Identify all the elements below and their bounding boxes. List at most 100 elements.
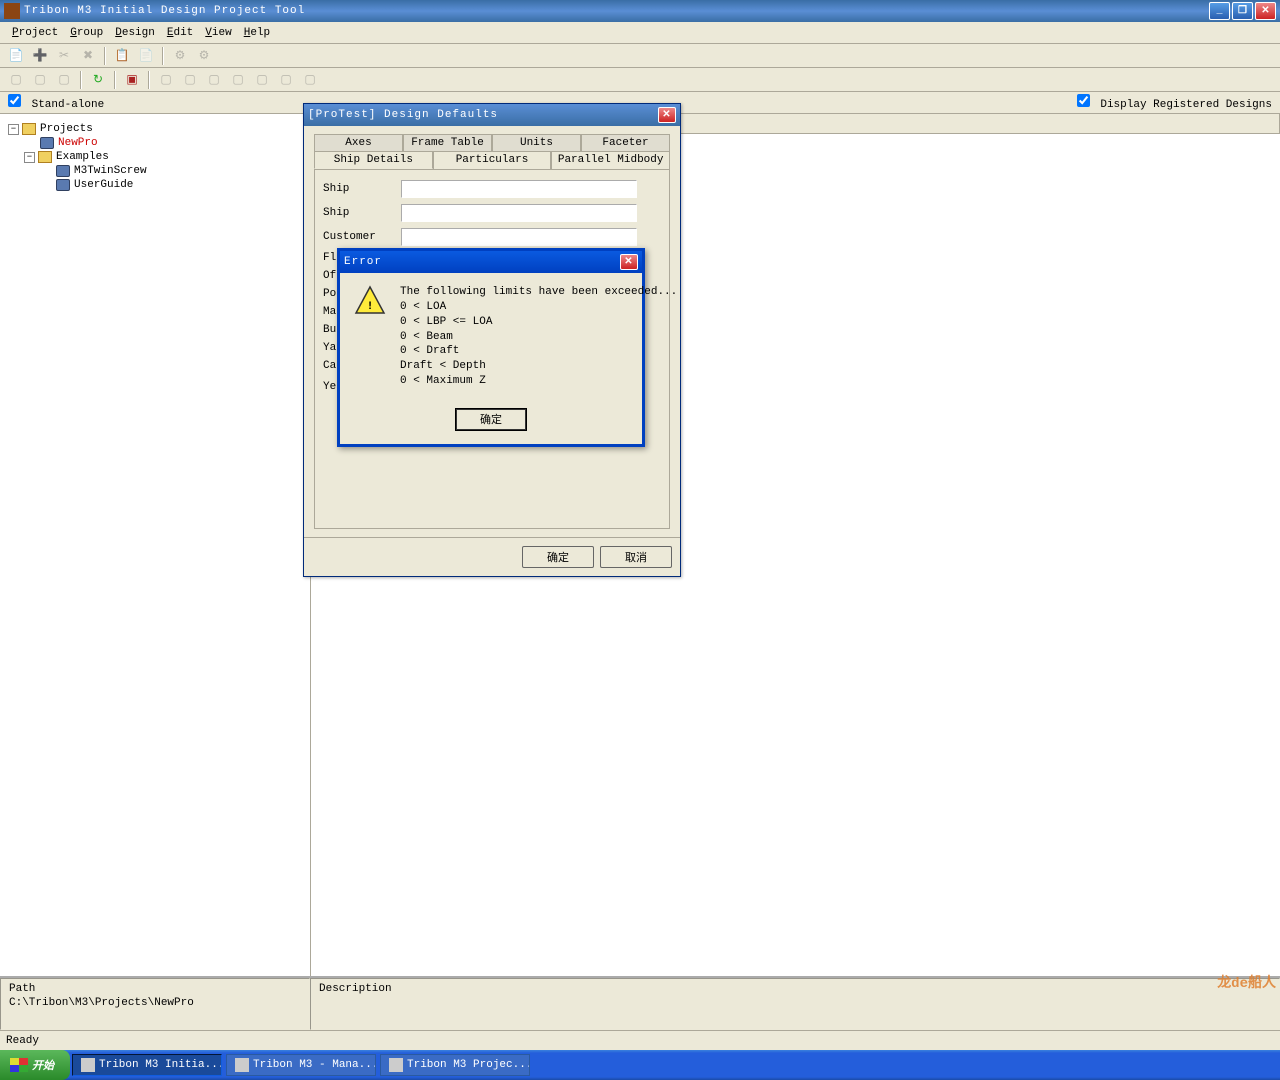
- toolbar-separator: [104, 47, 106, 65]
- toolbar-1: 📄 ➕ ✂ ✖ 📋 📄 ⚙ ⚙: [0, 44, 1280, 68]
- collapse-icon[interactable]: −: [8, 124, 19, 135]
- tree-label-examples: Examples: [56, 151, 109, 163]
- tool-b3-icon[interactable]: ▢: [54, 70, 74, 90]
- tool-config2-icon[interactable]: ⚙: [194, 46, 214, 66]
- tool-cut-icon[interactable]: ✂: [54, 46, 74, 66]
- app-titlebar: Tribon M3 Initial Design Project Tool _ …: [0, 0, 1280, 22]
- error-ok-button[interactable]: 确定: [456, 409, 526, 430]
- tab-particulars[interactable]: Particulars: [433, 151, 552, 169]
- tool-add-icon[interactable]: ➕: [30, 46, 50, 66]
- standalone-checkbox[interactable]: [8, 94, 21, 107]
- tool-refresh-icon[interactable]: ↻: [88, 70, 108, 90]
- tool-db-icon[interactable]: ▣: [122, 70, 142, 90]
- task-item-2[interactable]: Tribon M3 - Mana...: [226, 1054, 376, 1076]
- menu-view[interactable]: View: [199, 25, 237, 41]
- menu-design[interactable]: Design: [109, 25, 161, 41]
- taskbar: 开始 Tribon M3 Initia... Tribon M3 - Mana.…: [0, 1050, 1280, 1080]
- maximize-button[interactable]: ❐: [1232, 2, 1253, 20]
- tool-new-icon[interactable]: 📄: [6, 46, 26, 66]
- path-value: C:\Tribon\M3\Projects\NewPro: [9, 997, 301, 1009]
- tab-row-back: Axes Frame Table Units Faceter: [314, 134, 670, 151]
- tab-row-front: Ship Details Particulars Parallel Midbod…: [314, 151, 670, 169]
- display-registered-label[interactable]: Display Registered Designs: [1077, 94, 1272, 111]
- standalone-checkbox-label[interactable]: Stand-alone: [8, 94, 104, 111]
- toolbar-separator: [148, 71, 150, 89]
- toolbar-separator: [114, 71, 116, 89]
- task-icon: [235, 1058, 249, 1072]
- dialog-cancel-button[interactable]: 取消: [600, 546, 672, 568]
- close-button[interactable]: ✕: [1255, 2, 1276, 20]
- app-icon: [4, 3, 20, 19]
- ship-icon: [56, 179, 70, 191]
- tool-c2-icon[interactable]: ▢: [180, 70, 200, 90]
- svg-text:!: !: [367, 301, 374, 313]
- tool-paste-icon[interactable]: 📄: [136, 46, 156, 66]
- toolbar-2: ▢ ▢ ▢ ↻ ▣ ▢ ▢ ▢ ▢ ▢ ▢ ▢: [0, 68, 1280, 92]
- menubar: Project Group Design Edit View Help: [0, 22, 1280, 44]
- path-panel: Path C:\Tribon\M3\Projects\NewPro: [0, 978, 310, 1030]
- tree-root-label: Projects: [40, 123, 93, 135]
- ship-icon: [40, 137, 54, 149]
- tool-b2-icon[interactable]: ▢: [30, 70, 50, 90]
- label-ship2: Ship: [323, 207, 401, 219]
- start-button[interactable]: 开始: [0, 1050, 70, 1080]
- menu-help[interactable]: Help: [238, 25, 276, 41]
- input-customer[interactable]: [401, 228, 637, 246]
- menu-edit[interactable]: Edit: [161, 25, 199, 41]
- bottom-panels: Path C:\Tribon\M3\Projects\NewPro Descri…: [0, 976, 1280, 1030]
- tab-ship-details[interactable]: Ship Details: [314, 151, 433, 169]
- tool-config1-icon[interactable]: ⚙: [170, 46, 190, 66]
- task-icon: [81, 1058, 95, 1072]
- statusbar: Ready: [0, 1030, 1280, 1050]
- warning-icon: !: [354, 285, 386, 317]
- dialog-close-button[interactable]: ✕: [658, 107, 676, 123]
- display-registered-checkbox[interactable]: [1077, 94, 1090, 107]
- tree-root[interactable]: − Projects: [8, 122, 300, 136]
- app-title: Tribon M3 Initial Design Project Tool: [24, 5, 1209, 17]
- tree-node-userguide[interactable]: UserGuide: [8, 178, 300, 192]
- ship-icon: [56, 165, 70, 177]
- tab-faceter[interactable]: Faceter: [581, 134, 670, 151]
- tool-copy-icon[interactable]: 📋: [112, 46, 132, 66]
- tool-c6-icon[interactable]: ▢: [276, 70, 296, 90]
- tree-label-newpro: NewPro: [58, 137, 98, 149]
- start-label: 开始: [32, 1057, 54, 1073]
- menu-project[interactable]: Project: [6, 25, 64, 41]
- task-icon: [389, 1058, 403, 1072]
- error-titlebar[interactable]: Error ✕: [340, 251, 642, 273]
- tool-b1-icon[interactable]: ▢: [6, 70, 26, 90]
- tool-c4-icon[interactable]: ▢: [228, 70, 248, 90]
- dialog-title-text: [ProTest] Design Defaults: [308, 109, 498, 121]
- tree-node-newpro[interactable]: NewPro: [8, 136, 300, 150]
- tab-parallel-midbody[interactable]: Parallel Midbody: [551, 151, 670, 169]
- tab-units[interactable]: Units: [492, 134, 581, 151]
- dialog-ok-button[interactable]: 确定: [522, 546, 594, 568]
- toolbar-separator: [162, 47, 164, 65]
- tool-c3-icon[interactable]: ▢: [204, 70, 224, 90]
- tool-c1-icon[interactable]: ▢: [156, 70, 176, 90]
- task-item-3[interactable]: Tribon M3 Projec...: [380, 1054, 530, 1076]
- tab-axes[interactable]: Axes: [314, 134, 403, 151]
- input-ship1[interactable]: [401, 180, 637, 198]
- dialog-titlebar[interactable]: [ProTest] Design Defaults ✕: [304, 104, 680, 126]
- label-customer: Customer: [323, 231, 401, 243]
- collapse-icon[interactable]: −: [24, 152, 35, 163]
- windows-flag-icon: [10, 1058, 28, 1072]
- description-label: Description: [319, 983, 1271, 995]
- error-title-text: Error: [344, 256, 382, 268]
- project-tree[interactable]: − Projects NewPro − Examples M3TwinScrew: [4, 118, 304, 196]
- tool-c7-icon[interactable]: ▢: [300, 70, 320, 90]
- project-tree-panel: − Projects NewPro − Examples M3TwinScrew: [0, 114, 310, 976]
- error-close-button[interactable]: ✕: [620, 254, 638, 270]
- tab-frame-table[interactable]: Frame Table: [403, 134, 492, 151]
- minimize-button[interactable]: _: [1209, 2, 1230, 20]
- tool-c5-icon[interactable]: ▢: [252, 70, 272, 90]
- menu-group[interactable]: Group: [64, 25, 109, 41]
- input-ship2[interactable]: [401, 204, 637, 222]
- standalone-label: Stand-alone: [32, 99, 105, 111]
- tree-node-examples[interactable]: − Examples: [8, 150, 300, 164]
- description-panel: Description: [310, 978, 1280, 1030]
- task-item-1[interactable]: Tribon M3 Initia...: [72, 1054, 222, 1076]
- tool-delete-icon[interactable]: ✖: [78, 46, 98, 66]
- tree-node-m3twin[interactable]: M3TwinScrew: [8, 164, 300, 178]
